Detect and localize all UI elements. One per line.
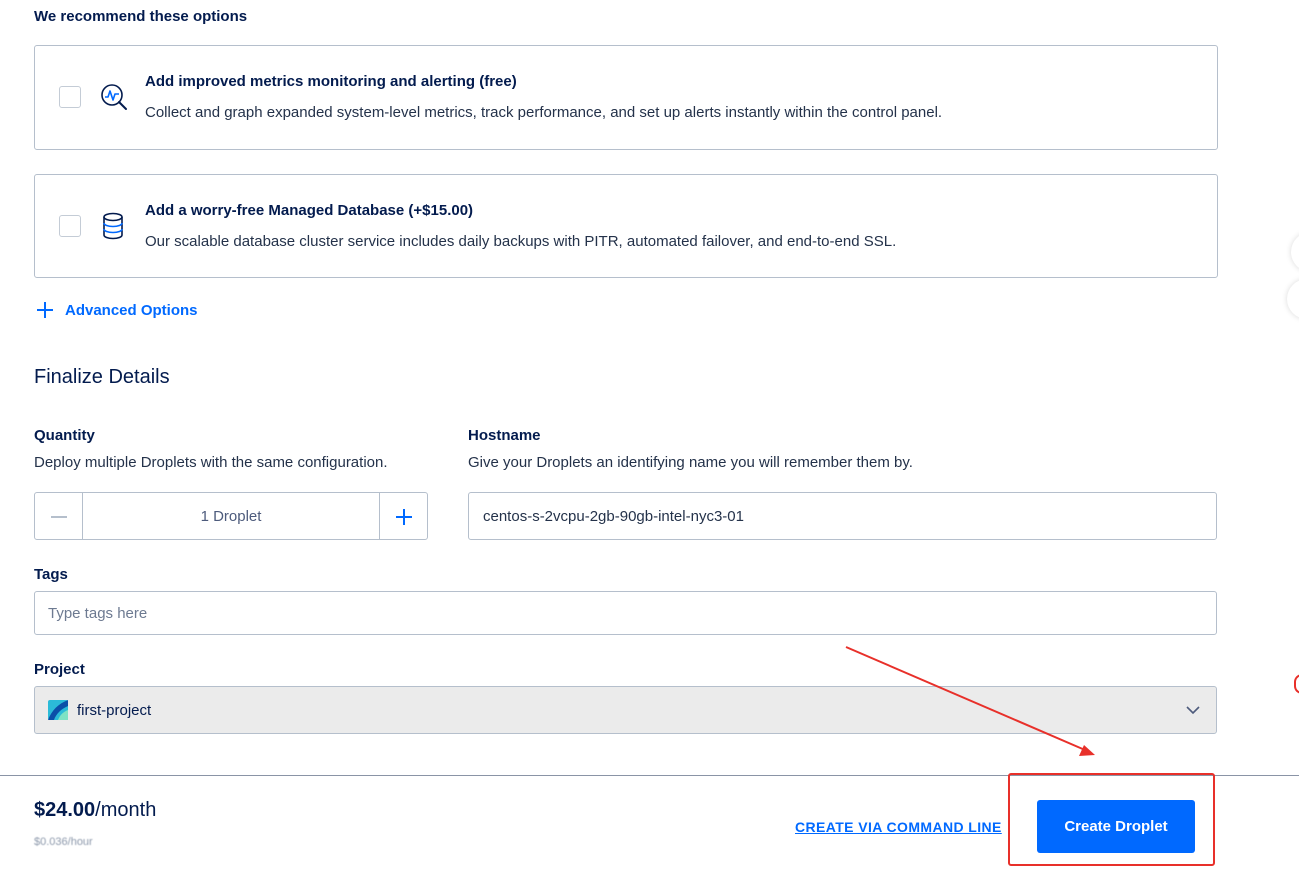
metrics-chart-icon [101,84,127,110]
project-name: first-project [77,701,152,719]
project-icon [48,700,68,720]
database-icon [103,212,123,240]
finalize-details-title: Finalize Details [34,366,170,388]
database-option-description: Our scalable database cluster service in… [145,233,897,250]
tags-label: Tags [34,566,68,583]
price-unit: /month [95,799,157,821]
hostname-input[interactable] [468,492,1217,540]
quantity-value: 1 Droplet [200,507,262,525]
quantity-help: Deploy multiple Droplets with the same c… [34,454,388,471]
side-widget-3[interactable] [1294,674,1299,694]
price-amount: $24.00 [34,799,96,821]
recommend-heading: We recommend these options [34,8,248,25]
side-widget-1[interactable] [1291,232,1299,272]
metrics-checkbox[interactable] [59,86,81,108]
metrics-option-card[interactable]: Add improved metrics monitoring and aler… [34,45,1218,150]
hostname-label: Hostname [468,427,541,444]
create-via-cli-link[interactable]: CREATE VIA COMMAND LINE [795,819,1002,835]
quantity-label: Quantity [34,427,95,444]
annotation-highlight-box [1008,773,1215,866]
chevron-down-icon [1186,706,1200,715]
metrics-option-title: Add improved metrics monitoring and aler… [145,73,517,90]
price-hourly: $0.036/hour [34,836,93,848]
side-widget-2[interactable] [1287,279,1299,319]
tags-input[interactable] [34,591,1217,635]
decrement-button[interactable] [35,493,83,539]
project-label: Project [34,661,85,678]
quantity-stepper: 1 Droplet [34,492,428,540]
database-checkbox[interactable] [59,215,81,237]
price-total: $24.00/month [34,799,156,822]
advanced-options-toggle[interactable]: Advanced Options [34,299,198,321]
hostname-help: Give your Droplets an identifying name y… [468,454,913,471]
advanced-options-label: Advanced Options [65,301,198,319]
database-option-title: Add a worry-free Managed Database (+$15.… [145,202,474,219]
metrics-option-description: Collect and graph expanded system-level … [145,104,943,121]
database-option-card[interactable]: Add a worry-free Managed Database (+$15.… [34,174,1218,278]
project-select[interactable]: first-project [34,686,1217,734]
plus-icon [34,299,56,321]
increment-button[interactable] [379,493,427,539]
